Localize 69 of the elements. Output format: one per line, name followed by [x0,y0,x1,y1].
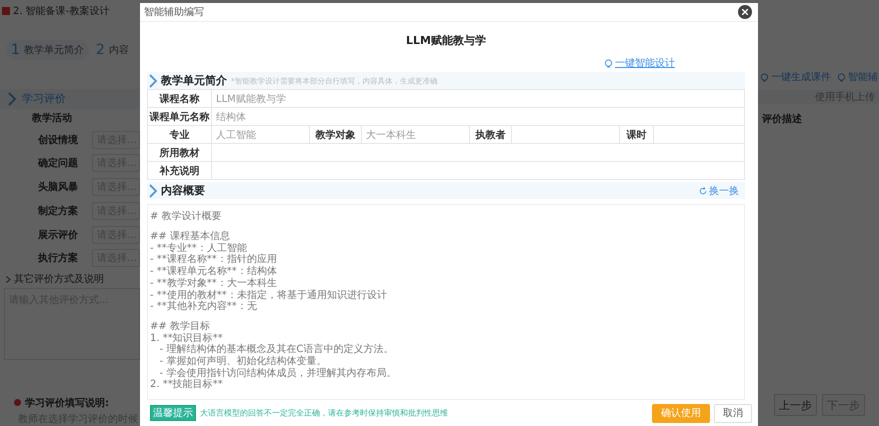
bulb-icon [604,58,613,68]
field-value[interactable] [212,144,745,162]
field-label: 课程单元名称 [148,108,212,126]
field-value[interactable] [654,126,745,144]
content-line: - 学会使用指针访问结构体成员，并理解其内存布局。 [158,368,398,379]
cancel-button[interactable]: 取消 [714,404,752,422]
content-line: ## 课程基本信息 [150,231,231,242]
refresh-link[interactable]: 换一换 [699,184,745,198]
field-value[interactable] [512,126,620,144]
chevron-icon [8,92,16,106]
field-value[interactable]: LLM赋能教与学 [212,90,745,108]
section-title: 内容概要 [161,183,205,198]
field-label: 补充说明 [148,162,212,180]
chevron-icon [149,184,157,198]
warning-icon [14,399,21,406]
page-title: 2. 智能备课-教案设计 [13,4,110,18]
dialog-title: 智能辅助编写 [144,6,204,20]
dialog-heading: LLM赋能教与学 [405,33,487,48]
content-line: - **课程单元名称**：结构体 [150,266,278,278]
bulb-icon [760,72,769,82]
smart-design-link[interactable]: 一键智能设计 [604,56,675,70]
other-evaluation-label: 其它评价方式及说明 [14,272,104,286]
activity-label: 确定问题 [38,156,78,170]
field-label: 所用教材 [148,144,212,162]
column-header: 评价描述 [760,112,803,126]
column-header: 教学活动 [30,112,73,126]
close-icon [742,9,748,16]
content-line: # 教学设计概要 [150,211,223,224]
action-link[interactable]: 智能辅 [837,70,878,84]
content-line: - **课程名称**：指针的应用 [150,254,278,266]
tip-badge: 温馨提示 [150,405,196,421]
field-label: 课程名称 [148,90,212,108]
close-button[interactable] [738,5,752,20]
field-value[interactable]: 结构体 [212,108,745,126]
content-line: - **专业**：人工智能 [150,242,248,254]
content-line: 1. **知识目标** [150,332,224,344]
field-label: 课时 [620,126,654,144]
content-line: - **使用的教材**：未指定，将基于通用知识进行设计 [150,290,388,300]
app-icon [2,7,10,15]
field-label: 专业 [148,126,212,144]
bulb-icon [837,72,846,82]
chevron-icon [149,74,157,88]
activity-label: 展示评价 [38,228,78,242]
content-line: 2. **技能目标** [150,379,224,391]
content-line: - 掌握如何声明、初始化结构体变量。 [158,356,328,368]
field-value[interactable] [212,162,745,180]
action-link[interactable]: 一键生成课件 [760,70,831,84]
activity-label: 创设情境 [38,133,78,147]
field-label: 执教者 [470,126,512,144]
section-title: 教学单元简介 [161,73,227,88]
refresh-icon [699,186,707,195]
nav-button[interactable]: 上一步 [774,394,817,416]
field-label: 教学对象 [310,126,362,144]
activity-label: 头脑风暴 [38,180,78,194]
note-title: 学习评价填写说明: [25,396,109,410]
chevron-icon [6,276,11,283]
content-line: - **其他补充内容**：无 [150,301,258,313]
step-tab[interactable]: 2 内容 [90,40,134,60]
confirm-button[interactable]: 确认使用 [652,404,710,422]
activity-label: 执行方案 [38,251,78,266]
field-value[interactable]: 人工智能 [212,126,310,144]
content-line: - **教学对象**：大一本科生 [150,278,278,290]
step-tab[interactable]: 1 教学单元简介 [6,40,89,60]
activity-label: 制定方案 [38,204,78,218]
content-line: ## 教学目标 [150,320,211,332]
content-line: - 理解结构体的基本概念及其在C语言中的定义方法。 [158,344,394,356]
tip-text: 大语言模型的回答不一定完全正确，请在参考时保持审慎和批判性思维 [200,408,448,419]
field-value[interactable]: 大一本科生 [362,126,470,144]
section-title: 学习评价 [22,91,66,106]
